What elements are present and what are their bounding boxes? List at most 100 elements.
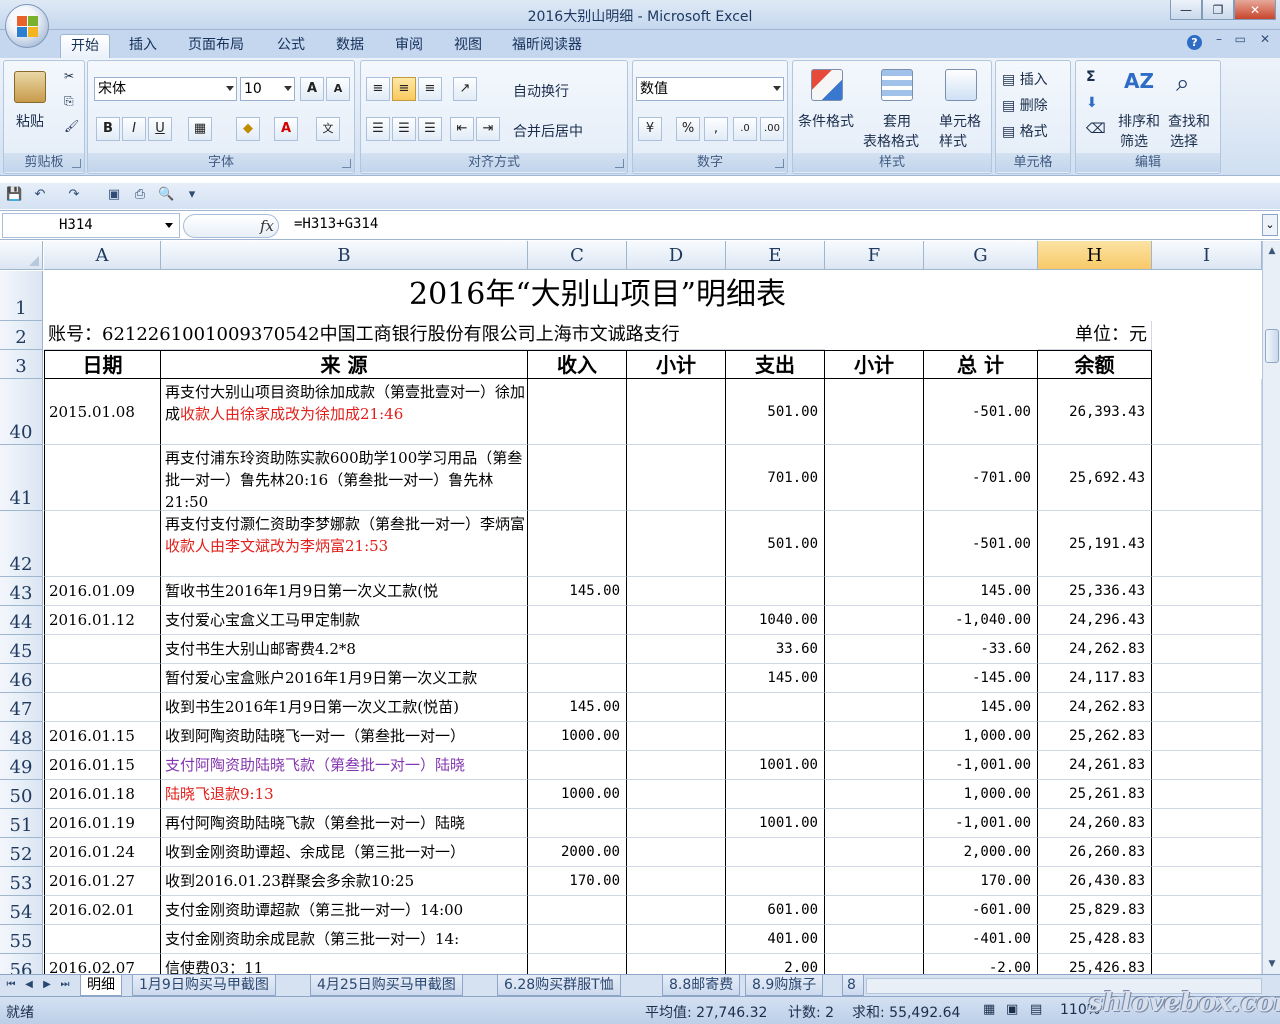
subtotal-cell[interactable] — [825, 896, 924, 925]
source-cell[interactable]: 支付书生大别山邮寄费4.2*8 — [161, 635, 528, 664]
conditional-format-button[interactable]: 条件格式 — [798, 111, 854, 131]
expense-cell[interactable] — [726, 722, 825, 751]
header-income[interactable]: 收入 — [528, 350, 627, 379]
close-button[interactable]: ✕ — [1234, 0, 1276, 20]
date-cell[interactable] — [44, 925, 161, 954]
comma-button[interactable]: , — [704, 117, 728, 141]
total-cell[interactable]: -601.00 — [924, 896, 1038, 925]
tab-formulas[interactable]: 公式 — [267, 34, 315, 58]
total-cell[interactable]: 1,000.00 — [924, 780, 1038, 809]
subtotal-cell[interactable] — [627, 606, 726, 635]
total-cell[interactable]: -701.00 — [924, 445, 1038, 511]
select-all-button[interactable] — [0, 241, 43, 270]
row-header[interactable]: 45 — [0, 635, 43, 664]
increase-decimal-button[interactable]: .0 — [733, 117, 757, 141]
tab-foxit[interactable]: 福昕阅读器 — [502, 34, 592, 58]
header-total[interactable]: 总 计 — [924, 350, 1038, 379]
save-icon[interactable]: 💾 — [6, 187, 22, 203]
balance-cell[interactable]: 25,428.83 — [1038, 925, 1152, 954]
income-cell[interactable] — [528, 511, 627, 577]
column-header-f[interactable]: F — [825, 241, 924, 270]
percent-button[interactable]: % — [676, 117, 700, 141]
bold-button[interactable]: B — [96, 117, 120, 141]
total-cell[interactable]: -145.00 — [924, 664, 1038, 693]
decrease-indent-button[interactable]: ⇤ — [450, 117, 474, 141]
source-cell[interactable]: 再支付大别山项目资助徐加成款（第壹批壹对一）徐加成收款人由徐家成改为徐加成21:… — [161, 379, 528, 445]
customize-toolbar-icon[interactable]: ▾ — [184, 187, 200, 203]
subtotal-cell[interactable] — [825, 751, 924, 780]
row-header[interactable]: 48 — [0, 722, 43, 751]
scroll-thumb[interactable] — [1265, 329, 1279, 363]
row-header[interactable]: 2 — [0, 321, 43, 350]
date-cell[interactable] — [44, 445, 161, 511]
tab-insert[interactable]: 插入 — [119, 34, 167, 58]
paste-button[interactable]: 粘贴 — [16, 111, 44, 131]
row-header[interactable]: 47 — [0, 693, 43, 722]
font-name-select[interactable]: 宋体 — [94, 77, 237, 101]
tab-data[interactable]: 数据 — [326, 34, 374, 58]
source-cell[interactable]: 收到书生2016年1月9日第一次义工款(悦苗) — [161, 693, 528, 722]
number-launcher-icon[interactable] — [775, 159, 784, 168]
empty-cell[interactable] — [1152, 838, 1262, 867]
total-cell[interactable]: -1,040.00 — [924, 606, 1038, 635]
date-cell[interactable] — [44, 664, 161, 693]
expense-cell[interactable] — [726, 577, 825, 606]
balance-cell[interactable]: 26,430.83 — [1038, 867, 1152, 896]
expense-cell[interactable]: 601.00 — [726, 896, 825, 925]
subtotal-cell[interactable] — [825, 693, 924, 722]
row-header[interactable]: 50 — [0, 780, 43, 809]
subtotal-cell[interactable] — [627, 867, 726, 896]
date-cell[interactable]: 2015.01.08 — [44, 379, 161, 445]
subtotal-cell[interactable] — [825, 511, 924, 577]
total-cell[interactable]: 145.00 — [924, 693, 1038, 722]
date-cell[interactable]: 2016.01.09 — [44, 577, 161, 606]
row-header[interactable]: 43 — [0, 577, 43, 606]
expense-cell[interactable] — [726, 838, 825, 867]
scroll-down-icon[interactable]: ▼ — [1264, 956, 1280, 972]
header-balance[interactable]: 余额 — [1038, 350, 1152, 379]
empty-cell[interactable] — [1152, 809, 1262, 838]
subtotal-cell[interactable] — [825, 838, 924, 867]
source-cell[interactable]: 支付金刚资助余成昆款（第三批一对一）14: — [161, 925, 528, 954]
subtotal-cell[interactable] — [825, 445, 924, 511]
column-header-h[interactable]: H — [1038, 241, 1152, 270]
row-header[interactable]: 56 — [0, 954, 43, 974]
tab-review[interactable]: 审阅 — [385, 34, 433, 58]
vertical-scrollbar[interactable]: ▲ ▼ — [1262, 241, 1280, 974]
sheet-tab-aug8[interactable]: 8.8邮寄费 — [662, 975, 741, 996]
grow-font-button[interactable]: A — [300, 77, 324, 101]
tab-page-layout[interactable]: 页面布局 — [178, 34, 254, 58]
row-header[interactable]: 49 — [0, 751, 43, 780]
redo-icon[interactable]: ↷ — [66, 187, 82, 203]
income-cell[interactable]: 1000.00 — [528, 780, 627, 809]
subtotal-cell[interactable] — [627, 896, 726, 925]
subtotal-cell[interactable] — [825, 577, 924, 606]
subtotal-cell[interactable] — [627, 838, 726, 867]
align-center-button[interactable]: ☰ — [392, 117, 416, 141]
subtotal-cell[interactable] — [627, 693, 726, 722]
expense-cell[interactable]: 701.00 — [726, 445, 825, 511]
align-middle-button[interactable]: ≡ — [392, 77, 416, 101]
fill-icon[interactable]: ⬇ — [1086, 95, 1098, 111]
undo-icon[interactable]: ↶ — [32, 187, 48, 203]
normal-view-icon[interactable]: ▦ — [983, 1002, 995, 1017]
row-header[interactable]: 46 — [0, 664, 43, 693]
subtotal-cell[interactable] — [825, 606, 924, 635]
prev-sheet-icon[interactable]: ◀ — [22, 978, 36, 992]
ribbon-close-icon[interactable]: ✕ — [1260, 32, 1270, 46]
subtotal-cell[interactable] — [627, 925, 726, 954]
expense-cell[interactable]: 33.60 — [726, 635, 825, 664]
row-header[interactable]: 3 — [0, 350, 43, 379]
empty-cell[interactable] — [1152, 722, 1262, 751]
minimize-button[interactable]: — — [1170, 0, 1202, 20]
subtotal-cell[interactable] — [627, 577, 726, 606]
sheet-tab-detail[interactable]: 明细 — [80, 975, 122, 996]
date-cell[interactable] — [44, 511, 161, 577]
date-cell[interactable]: 2016.01.27 — [44, 867, 161, 896]
total-cell[interactable]: -401.00 — [924, 925, 1038, 954]
ribbon-minimize-icon[interactable]: – — [1216, 32, 1222, 46]
phonetic-button[interactable]: 文 — [316, 117, 340, 141]
total-cell[interactable]: 2,000.00 — [924, 838, 1038, 867]
next-sheet-icon[interactable]: ▶ — [40, 978, 54, 992]
subtotal-cell[interactable] — [825, 809, 924, 838]
